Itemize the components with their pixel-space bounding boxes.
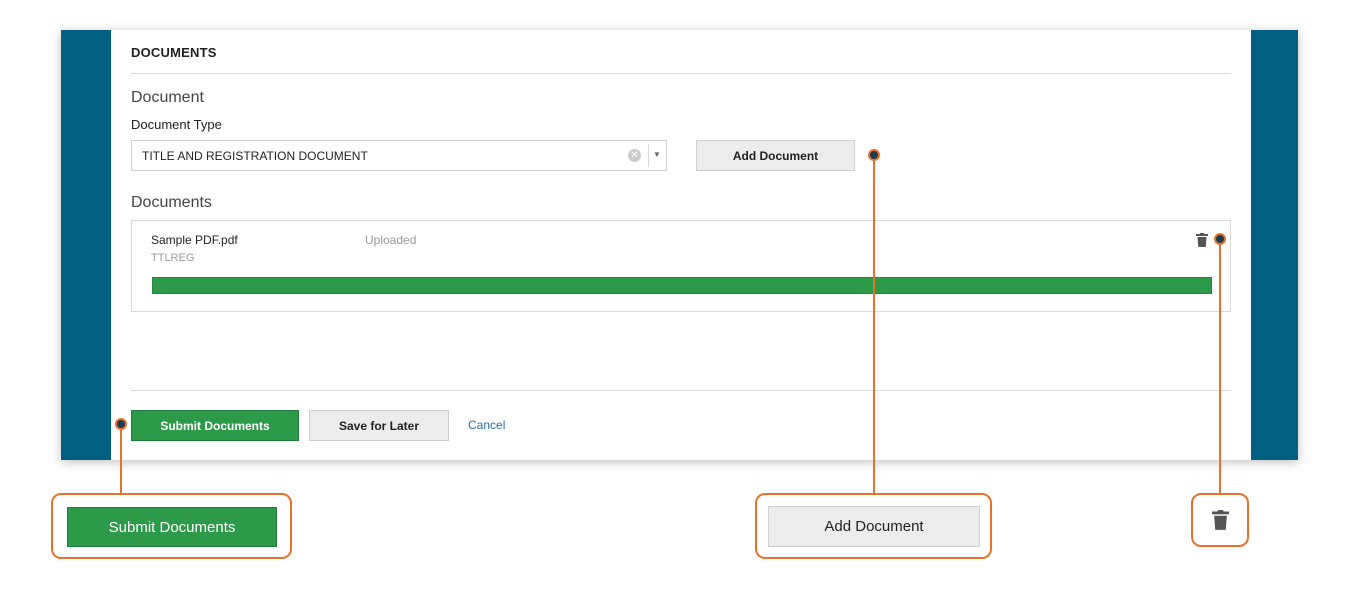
documents-panel: DOCUMENTS Document Document Type TITLE A… [111, 30, 1251, 460]
callout-submit: Submit Documents [51, 493, 292, 559]
trash-icon[interactable] [1196, 233, 1208, 252]
title-divider [131, 73, 1231, 74]
upload-progress-bar [152, 277, 1212, 294]
footer-divider [131, 390, 1231, 391]
clear-icon[interactable]: ✕ [628, 149, 641, 162]
callout-line-add [873, 161, 875, 493]
save-for-later-button[interactable]: Save for Later [309, 410, 449, 441]
callout-dot-trash [1214, 233, 1226, 245]
callout-line-trash [1219, 245, 1221, 493]
callout-add-document-button: Add Document [768, 506, 980, 547]
trash-icon [1212, 510, 1229, 535]
file-code: TTLREG [151, 252, 195, 264]
add-document-button[interactable]: Add Document [696, 140, 855, 171]
document-type-select[interactable]: TITLE AND REGISTRATION DOCUMENT ✕ ▼ [131, 140, 667, 171]
document-type-value: TITLE AND REGISTRATION DOCUMENT [142, 149, 368, 163]
document-heading: Document [131, 89, 204, 106]
callout-line-submit [120, 430, 122, 493]
select-divider [648, 144, 649, 167]
callout-submit-button: Submit Documents [67, 507, 277, 547]
callout-dot-submit [115, 418, 127, 430]
chevron-down-icon[interactable]: ▼ [653, 150, 661, 159]
section-title: DOCUMENTS [131, 45, 217, 60]
callout-add-document: Add Document [755, 493, 992, 559]
file-status: Uploaded [365, 233, 417, 247]
callout-trash [1191, 493, 1249, 547]
upload-progress-fill [153, 278, 1211, 293]
callout-dot-add [868, 149, 880, 161]
cancel-link[interactable]: Cancel [468, 418, 505, 432]
document-type-label: Document Type [131, 117, 222, 132]
submit-documents-button[interactable]: Submit Documents [131, 410, 299, 441]
document-item: Sample PDF.pdf TTLREG Uploaded [131, 220, 1231, 312]
documents-heading: Documents [131, 194, 212, 211]
file-name: Sample PDF.pdf [151, 233, 238, 247]
